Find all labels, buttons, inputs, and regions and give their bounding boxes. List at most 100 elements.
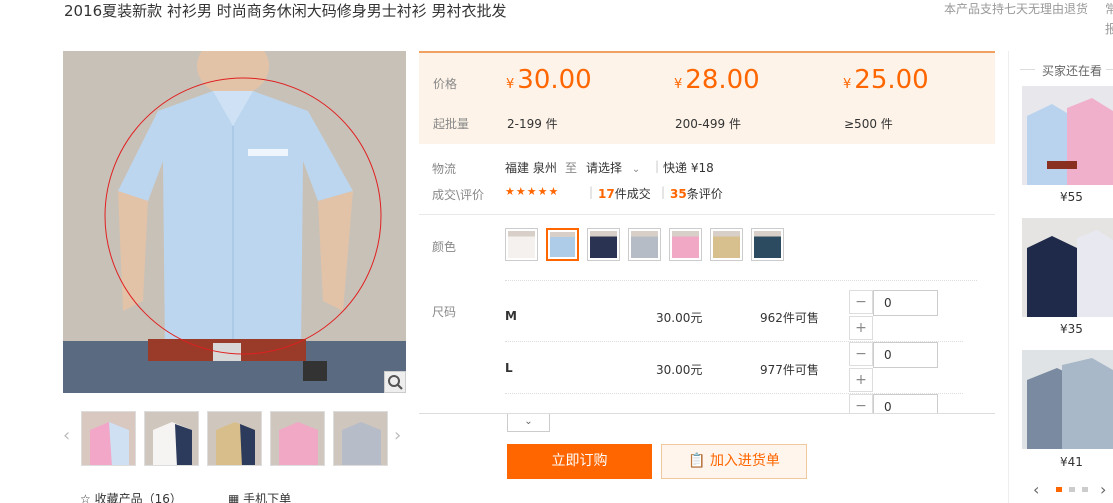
main-product-image[interactable] <box>63 51 406 393</box>
thumbnail-5[interactable] <box>333 411 388 466</box>
size-name: L <box>505 361 513 375</box>
color-swatch-3[interactable] <box>587 228 620 261</box>
mobile-order-label: 手机下单 <box>243 492 292 503</box>
swatch-shirt-image <box>754 231 781 258</box>
reviews-number: 35 <box>670 187 687 201</box>
buy-now-button[interactable]: 立即订购 <box>507 444 652 479</box>
section-divider <box>419 413 995 414</box>
rail-page-dot[interactable] <box>1082 487 1088 492</box>
tier-price-1: ¥30.00 <box>506 65 592 95</box>
rail-prev-arrow[interactable]: ‹ <box>1033 480 1039 499</box>
currency-symbol: ¥ <box>843 77 852 92</box>
rail-product-image-2[interactable] <box>1022 218 1113 317</box>
favorite-label: 收藏产品（16） <box>94 492 182 503</box>
tier-qty-1: 2-199 件 <box>507 117 558 131</box>
size-price: 30.00元 <box>656 363 703 377</box>
rail-product-image-3[interactable] <box>1022 350 1113 449</box>
size-price: 30.00元 <box>656 311 703 325</box>
expand-more-button[interactable]: ⌄ <box>507 414 550 432</box>
qty-minus-button[interactable]: − <box>849 290 873 314</box>
clipped-text: 常 <box>1105 2 1113 16</box>
rail-price: ¥41 <box>1060 455 1083 469</box>
tier-qty-2: 200-499 件 <box>675 117 741 131</box>
shirt-model-image <box>63 51 406 393</box>
thumbnail-3[interactable] <box>207 411 262 466</box>
rail-page-dot-active[interactable] <box>1056 487 1062 492</box>
add-to-cart-label: 加入进货单 <box>709 453 780 469</box>
rail-price: ¥35 <box>1060 322 1083 336</box>
product-title: 2016夏装新款 衬衫男 时尚商务休闲大码修身男士衬衫 男衬衣批发 <box>64 2 507 20</box>
size-stock: 977件可售 <box>760 363 819 377</box>
rating-stars-icon: ★★★★★ <box>505 185 560 198</box>
deals-text: 件成交 <box>614 187 651 201</box>
swatch-shirt-image <box>672 231 699 258</box>
reviews-text: 条评价 <box>686 187 723 201</box>
divider: | <box>661 185 666 199</box>
color-swatch-2[interactable] <box>546 228 579 261</box>
currency-symbol: ¥ <box>506 77 515 92</box>
rail-price: ¥55 <box>1060 190 1083 204</box>
tier-qty-3: ≥500 件 <box>844 117 893 131</box>
chevron-down-icon: ⌄ <box>631 164 641 175</box>
color-swatch-7[interactable] <box>751 228 784 261</box>
size-name: M <box>505 309 517 323</box>
add-to-cart-button[interactable]: 📋 加入进货单 <box>661 444 807 479</box>
color-swatch-6[interactable] <box>710 228 743 261</box>
thumbnail-4[interactable] <box>270 411 325 466</box>
favorite-link[interactable]: ☆ 收藏产品（16） <box>80 490 182 503</box>
size-stock: 962件可售 <box>760 311 819 325</box>
deals-count[interactable]: 17件成交 <box>598 185 651 202</box>
logistics-label: 物流 <box>432 162 457 176</box>
rail-page-dot[interactable] <box>1069 487 1075 492</box>
rail-product-image-1[interactable] <box>1022 86 1113 185</box>
moq-label: 起批量 <box>433 117 470 131</box>
swatch-shirt-image <box>550 232 575 257</box>
trade-label: 成交\评价 <box>432 188 485 202</box>
qty-input[interactable]: 0 <box>873 394 938 413</box>
express-fee: 快递 ¥18 <box>663 161 714 175</box>
currency-symbol: ¥ <box>674 77 683 92</box>
thumb-prev-arrow[interactable]: ‹ <box>63 425 70 446</box>
rail-title-line <box>1106 69 1113 70</box>
qty-plus-button[interactable]: + <box>849 368 873 392</box>
size-row-clipped: − 0 <box>849 394 939 413</box>
qty-plus-button[interactable]: + <box>849 316 873 340</box>
star-outline-icon: ☆ <box>80 492 91 503</box>
swatch-shirt-image <box>713 231 740 258</box>
color-swatch-1[interactable] <box>505 228 538 261</box>
price-value: 25.00 <box>854 65 929 95</box>
reviews-count[interactable]: 35条评价 <box>670 185 723 202</box>
swatch-shirt-image <box>508 231 535 258</box>
deals-number: 17 <box>598 187 615 201</box>
qty-minus-button[interactable]: − <box>849 394 873 413</box>
qty-minus-button[interactable]: − <box>849 342 873 366</box>
mobile-order-link[interactable]: ▦ 手机下单 <box>228 490 291 503</box>
rail-divider <box>1008 51 1009 503</box>
price-value: 28.00 <box>685 65 760 95</box>
qty-input[interactable]: 0 <box>873 342 938 368</box>
destination-select[interactable]: 请选择 ⌄ <box>586 159 640 176</box>
rail-title-line <box>1020 69 1035 70</box>
color-swatch-5[interactable] <box>669 228 702 261</box>
divider: | <box>655 159 660 173</box>
divider: | <box>589 185 594 199</box>
qty-input[interactable]: 0 <box>873 290 938 316</box>
price-value: 30.00 <box>517 65 592 95</box>
rail-title: 买家还在看 <box>1042 64 1103 78</box>
clipped-text: 报 <box>1105 22 1113 36</box>
rail-next-arrow[interactable]: › <box>1100 480 1106 499</box>
size-label: 尺码 <box>432 305 457 319</box>
return-policy-note: 本产品支持七天无理由退货 <box>944 2 1089 16</box>
zoom-icon[interactable] <box>384 371 406 393</box>
logistics-to: 至 <box>565 161 578 175</box>
destination-value: 请选择 <box>586 161 623 175</box>
swatch-shirt-image <box>631 231 658 258</box>
thumbnail-2[interactable] <box>144 411 199 466</box>
thumbnail-1[interactable] <box>81 411 136 466</box>
thumb-next-arrow[interactable]: › <box>394 425 401 446</box>
section-divider <box>419 214 995 215</box>
color-label: 颜色 <box>432 240 457 254</box>
logistics-origin: 福建 泉州 <box>505 161 557 175</box>
section-divider <box>505 280 977 281</box>
color-swatch-4[interactable] <box>628 228 661 261</box>
